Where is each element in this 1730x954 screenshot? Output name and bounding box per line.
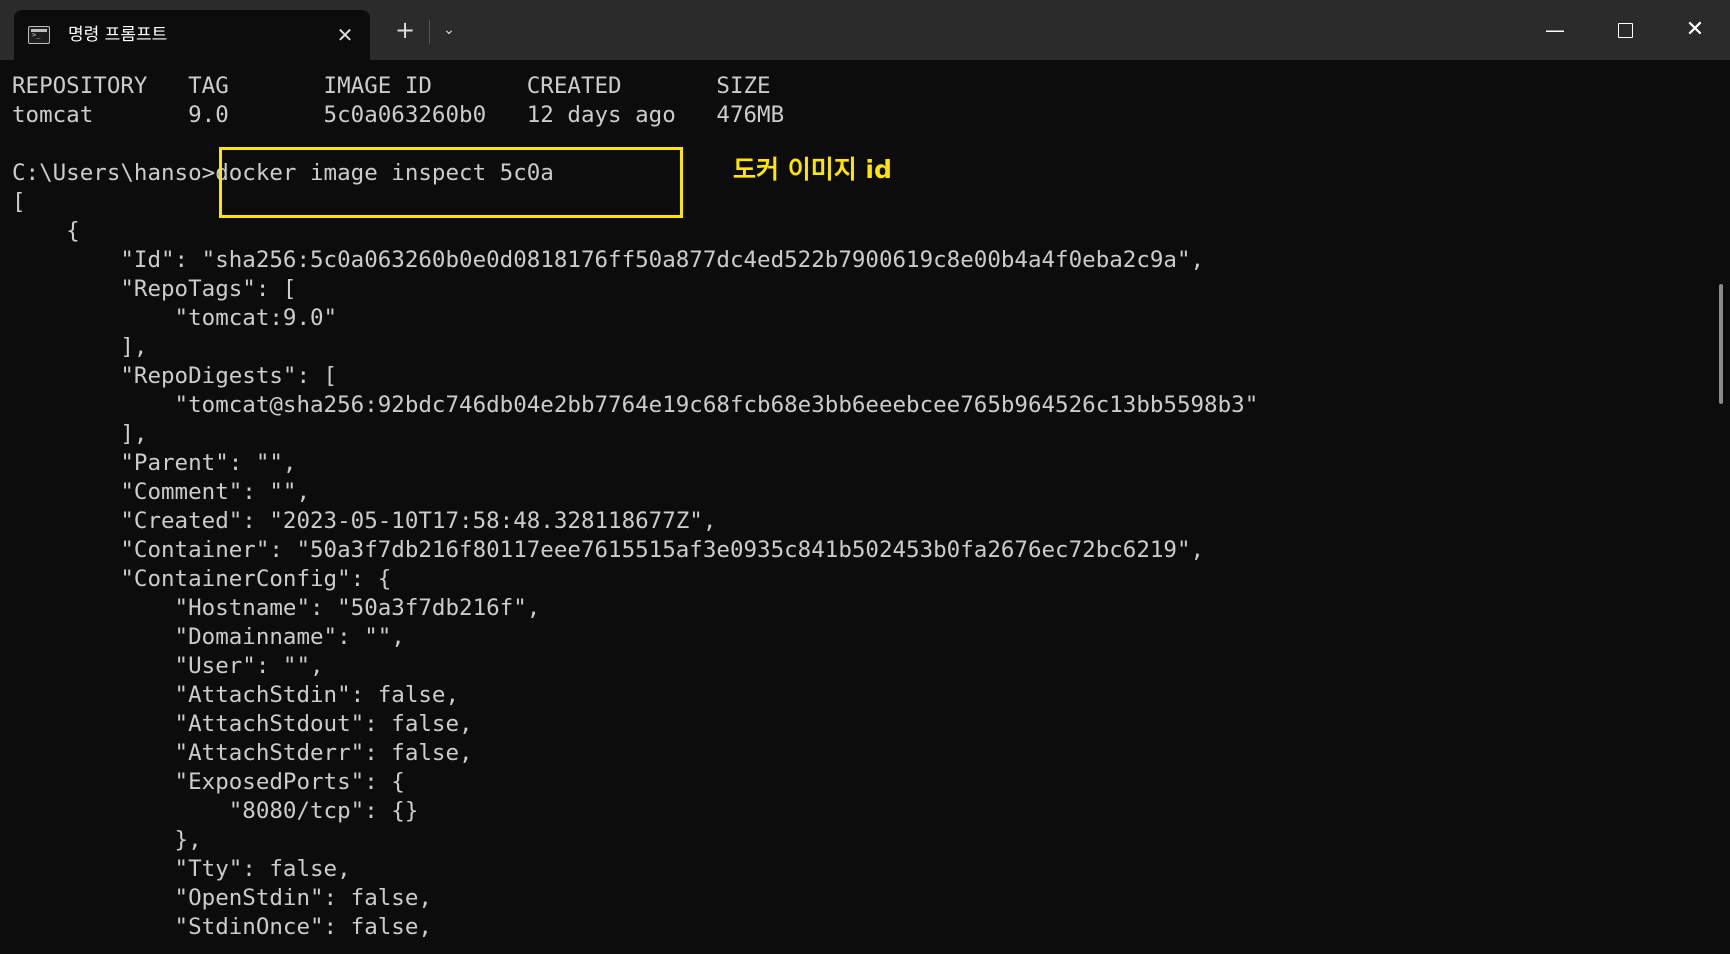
terminal-line: "Parent": "", <box>12 450 297 476</box>
tab-dropdown-button[interactable]: ⌄ <box>434 14 464 46</box>
terminal-line: "Container": "50a3f7db216f80117eee761551… <box>12 537 1205 563</box>
window-close-button[interactable]: ✕ <box>1660 0 1730 60</box>
terminal-line: "RepoDigests": [ <box>12 363 338 389</box>
maximize-button[interactable] <box>1590 0 1660 60</box>
command-highlight-box <box>219 147 683 218</box>
terminal-line: "Created": "2023-05-10T17:58:48.32811867… <box>12 508 717 534</box>
maximize-icon <box>1617 23 1633 38</box>
terminal-line: "tomcat:9.0" <box>12 305 338 331</box>
terminal-line: "AttachStdin": false, <box>12 682 460 708</box>
tab-close-button[interactable]: ✕ <box>332 22 358 48</box>
scrollbar[interactable] <box>1716 60 1730 954</box>
terminal-line: "AttachStdout": false, <box>12 711 473 737</box>
terminal-line: "Domainname": "", <box>12 624 405 650</box>
tab-divider <box>429 20 430 44</box>
new-tab-button[interactable]: + <box>388 14 422 46</box>
tab-title: 명령 프롬프트 <box>68 25 168 45</box>
terminal-line: "tomcat@sha256:92bdc746db04e2bb7764e19c6… <box>12 392 1259 418</box>
terminal-line: }, <box>12 827 202 853</box>
minimize-button[interactable]: — <box>1520 0 1590 60</box>
terminal-line: "ContainerConfig": { <box>12 566 392 592</box>
terminal-line: "StdinOnce": false, <box>12 914 432 940</box>
terminal-line: "User": "", <box>12 653 324 679</box>
title-bar: 명령 프롬프트 ✕ + ⌄ — ✕ <box>0 0 1730 60</box>
terminal-line: "RepoTags": [ <box>12 276 297 302</box>
terminal-line: ], <box>12 421 148 447</box>
terminal-line: { <box>12 218 80 244</box>
terminal-line: REPOSITORY TAG IMAGE ID CREATED SIZE <box>12 73 771 99</box>
terminal-line: "AttachStderr": false, <box>12 740 473 766</box>
terminal-line: "Id": "sha256:5c0a063260b0e0d0818176ff50… <box>12 247 1205 273</box>
annotation-label: 도커 이미지 id <box>733 155 892 184</box>
terminal-line: "Tty": false, <box>12 856 351 882</box>
terminal-line: "ExposedPorts": { <box>12 769 405 795</box>
terminal-icon <box>28 26 50 44</box>
terminal-line: "Comment": "", <box>12 479 311 505</box>
terminal-line: "8080/tcp": {} <box>12 798 419 824</box>
tab-command-prompt[interactable]: 명령 프롬프트 ✕ <box>14 10 370 60</box>
scrollbar-thumb[interactable] <box>1719 284 1723 404</box>
terminal-line: tomcat 9.0 5c0a063260b0 12 days ago 476M… <box>12 102 785 128</box>
terminal-line: "OpenStdin": false, <box>12 885 432 911</box>
terminal-line: "Hostname": "50a3f7db216f", <box>12 595 541 621</box>
terminal-line: ], <box>12 334 148 360</box>
